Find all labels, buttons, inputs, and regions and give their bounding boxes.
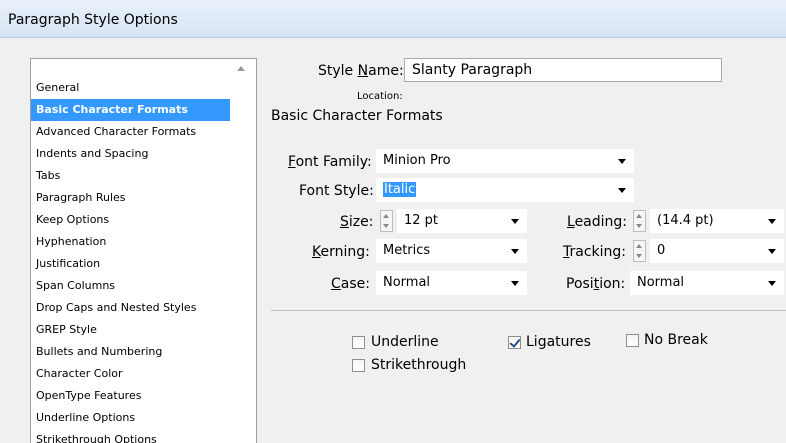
- sidebar-item-drop-caps[interactable]: Drop Caps and Nested Styles: [31, 297, 230, 319]
- size-value: 12 pt: [404, 213, 439, 228]
- strikethrough-checkbox[interactable]: [352, 359, 365, 372]
- ligatures-label: Ligatures: [526, 334, 591, 350]
- no-break-checkbox[interactable]: [626, 334, 639, 347]
- case-dropdown[interactable]: Normal: [376, 271, 527, 295]
- tracking-stepper[interactable]: [633, 240, 646, 262]
- chevron-down-icon: [768, 249, 776, 254]
- size-stepper[interactable]: [380, 210, 393, 232]
- stepper-down-icon[interactable]: [636, 254, 642, 258]
- position-value: Normal: [637, 275, 685, 290]
- sidebar-item-paragraph-rules[interactable]: Paragraph Rules: [31, 187, 230, 209]
- leading-label: Leading:: [567, 214, 628, 230]
- tracking-dropdown[interactable]: 0: [650, 239, 784, 263]
- position-label: Position:: [566, 276, 626, 292]
- sidebar-item-general[interactable]: General: [31, 77, 230, 99]
- font-family-value: Minion Pro: [383, 153, 451, 168]
- sidebar-item-character-color[interactable]: Character Color: [31, 363, 230, 385]
- kerning-dropdown[interactable]: Metrics: [376, 239, 527, 263]
- tracking-label: Tracking:: [563, 244, 627, 260]
- size-label: Size:: [340, 214, 374, 230]
- chevron-down-icon: [768, 219, 776, 224]
- sidebar-item-keep-options[interactable]: Keep Options: [31, 209, 230, 231]
- section-title: Basic Character Formats: [271, 108, 443, 124]
- stepper-up-icon[interactable]: [383, 214, 389, 218]
- chevron-down-icon: [618, 188, 626, 193]
- sidebar-item-justification[interactable]: Justification: [31, 253, 230, 275]
- size-dropdown[interactable]: 12 pt: [397, 209, 527, 233]
- chevron-down-icon: [511, 219, 519, 224]
- case-label: Case:: [331, 276, 370, 292]
- stepper-down-icon[interactable]: [636, 224, 642, 228]
- font-style-label: Font Style:: [299, 183, 374, 199]
- list-scrollbar[interactable]: [230, 59, 256, 443]
- sidebar-item-bullets-and-numbering[interactable]: Bullets and Numbering: [31, 341, 230, 363]
- leading-stepper[interactable]: [633, 210, 646, 232]
- sidebar-item-hyphenation[interactable]: Hyphenation: [31, 231, 230, 253]
- font-style-value: Italic: [383, 182, 417, 197]
- leading-value: (14.4 pt): [657, 213, 714, 228]
- font-family-label: Font Family:: [288, 154, 372, 170]
- sidebar-item-basic-character-formats[interactable]: Basic Character Formats: [31, 99, 230, 121]
- kerning-value: Metrics: [383, 243, 431, 258]
- scroll-up-arrow-icon[interactable]: [237, 66, 245, 71]
- sidebar-item-tabs[interactable]: Tabs: [31, 165, 230, 187]
- location-label: Location:: [357, 91, 403, 102]
- style-name-label: Style Name:: [318, 63, 404, 79]
- window-title: Paragraph Style Options: [8, 12, 178, 28]
- sidebar-item-grep-style[interactable]: GREP Style: [31, 319, 230, 341]
- position-dropdown[interactable]: Normal: [630, 271, 784, 295]
- leading-dropdown[interactable]: (14.4 pt): [650, 209, 784, 233]
- stepper-up-icon[interactable]: [636, 244, 642, 248]
- paragraph-style-dialog: General Basic Character Formats Advanced…: [0, 38, 786, 443]
- underline-checkbox[interactable]: [352, 336, 365, 349]
- stepper-down-icon[interactable]: [383, 224, 389, 228]
- category-list[interactable]: General Basic Character Formats Advanced…: [30, 58, 257, 443]
- title-bar: Paragraph Style Options: [0, 0, 786, 38]
- chevron-down-icon: [511, 249, 519, 254]
- sidebar-item-opentype-features[interactable]: OpenType Features: [31, 385, 230, 407]
- chevron-down-icon: [511, 281, 519, 286]
- no-break-label: No Break: [644, 332, 708, 348]
- sidebar-item-span-columns[interactable]: Span Columns: [31, 275, 230, 297]
- kerning-label: Kerning:: [312, 244, 370, 260]
- sidebar-item-indents-and-spacing[interactable]: Indents and Spacing: [31, 143, 230, 165]
- sidebar-item-underline-options[interactable]: Underline Options: [31, 407, 230, 429]
- chevron-down-icon: [618, 159, 626, 164]
- underline-label: Underline: [371, 334, 439, 350]
- chevron-down-icon: [768, 281, 776, 286]
- font-family-dropdown[interactable]: Minion Pro: [376, 149, 634, 173]
- strikethrough-label: Strikethrough: [371, 357, 467, 373]
- section-divider: [271, 310, 786, 311]
- style-name-input[interactable]: Slanty Paragraph: [404, 58, 722, 82]
- font-style-dropdown[interactable]: Italic: [376, 178, 634, 202]
- sidebar-item-strikethrough-options[interactable]: Strikethrough Options: [31, 429, 230, 443]
- sidebar-item-advanced-character-formats[interactable]: Advanced Character Formats: [31, 121, 230, 143]
- ligatures-checkbox[interactable]: [508, 336, 521, 349]
- stepper-up-icon[interactable]: [636, 214, 642, 218]
- case-value: Normal: [383, 275, 431, 290]
- tracking-value: 0: [657, 243, 666, 258]
